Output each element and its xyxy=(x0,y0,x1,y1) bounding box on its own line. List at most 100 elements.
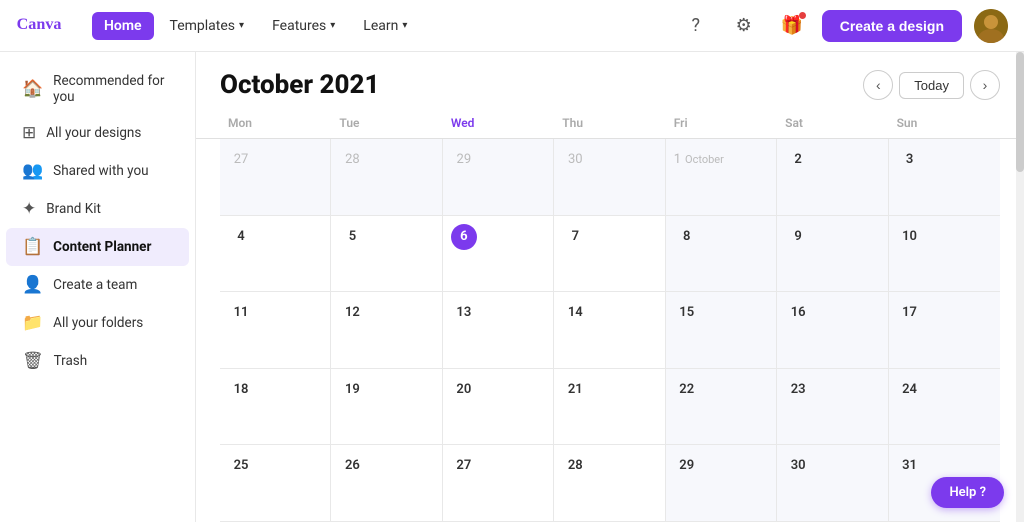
date-number: 29 xyxy=(451,147,477,173)
date-number: 9 xyxy=(785,224,811,250)
calendar-cell[interactable]: 19 xyxy=(331,369,442,446)
calendar-cell[interactable]: 13 xyxy=(443,292,554,369)
calendar-cell[interactable]: 23 xyxy=(777,369,888,446)
sidebar-item-brand[interactable]: ✦ Brand Kit xyxy=(6,190,189,228)
date-number: 30 xyxy=(785,453,811,479)
date-number: 30 xyxy=(562,147,588,173)
calendar-title: October 2021 xyxy=(220,70,380,100)
calendar-cell[interactable]: 15 xyxy=(666,292,777,369)
calendar-cell[interactable]: 7 xyxy=(554,216,665,293)
calendar-cell[interactable]: 3 xyxy=(889,139,1000,216)
settings-icon-btn[interactable]: ⚙ xyxy=(726,8,762,44)
calendar-cell[interactable]: 27 xyxy=(443,445,554,522)
calendar-cell[interactable]: 8 xyxy=(666,216,777,293)
calendar-cell[interactable]: 27 xyxy=(220,139,331,216)
prev-month-button[interactable]: ‹ xyxy=(863,70,893,100)
next-month-button[interactable]: › xyxy=(970,70,1000,100)
nav-templates[interactable]: Templates ▾ xyxy=(158,12,257,40)
calendar-cell[interactable]: 17 xyxy=(889,292,1000,369)
nav-learn[interactable]: Learn ▾ xyxy=(351,12,419,40)
svg-text:Canva: Canva xyxy=(17,16,62,33)
date-number: 2 xyxy=(785,147,811,173)
team-icon: 👤 xyxy=(22,275,43,295)
grid-icon: ⊞ xyxy=(22,123,36,143)
date-number: 28 xyxy=(562,453,588,479)
calendar-cell[interactable]: 5 xyxy=(331,216,442,293)
brand-icon: ✦ xyxy=(22,199,36,219)
user-avatar[interactable] xyxy=(974,9,1008,43)
sidebar-item-trash[interactable]: 🗑 Trash xyxy=(6,342,189,380)
calendar-cell[interactable]: 20 xyxy=(443,369,554,446)
date-number: 28 xyxy=(339,147,365,173)
calendar-cell[interactable]: 29 xyxy=(666,445,777,522)
calendar-cell[interactable]: 18 xyxy=(220,369,331,446)
sidebar-item-folders[interactable]: 📁 All your folders xyxy=(6,304,189,342)
scrollbar-track[interactable] xyxy=(1016,52,1024,522)
nav-links: Home Templates ▾ Features ▾ Learn ▾ xyxy=(92,12,419,40)
sidebar-item-all-designs[interactable]: ⊞ All your designs xyxy=(6,114,189,152)
calendar-cell[interactable]: 24 xyxy=(889,369,1000,446)
help-button[interactable]: Help ? xyxy=(931,477,1004,508)
calendar-cell[interactable]: 1October xyxy=(666,139,777,216)
gift-notification-dot xyxy=(799,12,806,19)
day-header-sun: Sun xyxy=(889,110,1000,138)
date-number: 25 xyxy=(228,453,254,479)
learn-chevron-icon: ▾ xyxy=(402,20,407,31)
calendar-cell[interactable]: 30 xyxy=(554,139,665,216)
calendar-cell[interactable]: 11 xyxy=(220,292,331,369)
day-header-mon: Mon xyxy=(220,110,331,138)
calendar-cell[interactable]: 22 xyxy=(666,369,777,446)
calendar-cell[interactable]: 21 xyxy=(554,369,665,446)
calendar-cell[interactable]: 28 xyxy=(331,139,442,216)
calendar-cell[interactable]: 28 xyxy=(554,445,665,522)
scrollbar-thumb[interactable] xyxy=(1016,52,1024,172)
date-number: 27 xyxy=(228,147,254,173)
calendar-day-headers: Mon Tue Wed Thu Fri Sat Sun xyxy=(196,110,1024,139)
date-number: 26 xyxy=(339,453,365,479)
date-number: 31 xyxy=(897,453,923,479)
shared-icon: 👥 xyxy=(22,161,43,181)
calendar-cell[interactable]: 30 xyxy=(777,445,888,522)
calendar-cell[interactable]: 29 xyxy=(443,139,554,216)
canva-logo[interactable]: Canva xyxy=(16,13,76,39)
sidebar: 🏠 Recommended for you ⊞ All your designs… xyxy=(0,52,196,522)
date-number: 22 xyxy=(674,377,700,403)
date-number: 11 xyxy=(228,300,254,326)
calendar-cell[interactable]: 14 xyxy=(554,292,665,369)
help-icon-btn[interactable]: ? xyxy=(678,8,714,44)
calendar-cell[interactable]: 9 xyxy=(777,216,888,293)
sidebar-label-trash: Trash xyxy=(54,353,88,369)
sidebar-item-content-planner[interactable]: 📋 Content Planner xyxy=(6,228,189,266)
calendar-cell[interactable]: 26 xyxy=(331,445,442,522)
sidebar-label-all-designs: All your designs xyxy=(46,125,141,141)
date-number: 12 xyxy=(339,300,365,326)
sidebar-label-create-team: Create a team xyxy=(53,277,137,293)
create-design-button[interactable]: Create a design xyxy=(822,10,962,42)
date-number: 10 xyxy=(897,224,923,250)
sidebar-item-shared[interactable]: 👥 Shared with you xyxy=(6,152,189,190)
top-navigation: Canva Home Templates ▾ Features ▾ Learn … xyxy=(0,0,1024,52)
date-number: 14 xyxy=(562,300,588,326)
calendar-cell[interactable]: 2 xyxy=(777,139,888,216)
nav-home[interactable]: Home xyxy=(92,12,154,40)
sidebar-label-shared: Shared with you xyxy=(53,163,148,179)
calendar-cell[interactable]: 4 xyxy=(220,216,331,293)
date-number: 5 xyxy=(339,224,365,250)
calendar-cell[interactable]: 6 xyxy=(443,216,554,293)
templates-chevron-icon: ▾ xyxy=(239,20,244,31)
sidebar-item-recommended[interactable]: 🏠 Recommended for you xyxy=(6,64,189,114)
sidebar-label-content-planner: Content Planner xyxy=(53,239,151,255)
calendar-cell[interactable]: 16 xyxy=(777,292,888,369)
sidebar-item-create-team[interactable]: 👤 Create a team xyxy=(6,266,189,304)
day-header-sat: Sat xyxy=(777,110,888,138)
calendar-cell[interactable]: 12 xyxy=(331,292,442,369)
day-header-thu: Thu xyxy=(554,110,665,138)
calendar-cell[interactable]: 10 xyxy=(889,216,1000,293)
gift-icon-btn[interactable]: 🎁 xyxy=(774,8,810,44)
home-icon: 🏠 xyxy=(22,79,43,99)
sidebar-label-brand: Brand Kit xyxy=(46,201,101,217)
calendar-cell[interactable]: 25 xyxy=(220,445,331,522)
nav-features[interactable]: Features ▾ xyxy=(260,12,347,40)
date-number: 23 xyxy=(785,377,811,403)
today-button[interactable]: Today xyxy=(899,72,964,99)
